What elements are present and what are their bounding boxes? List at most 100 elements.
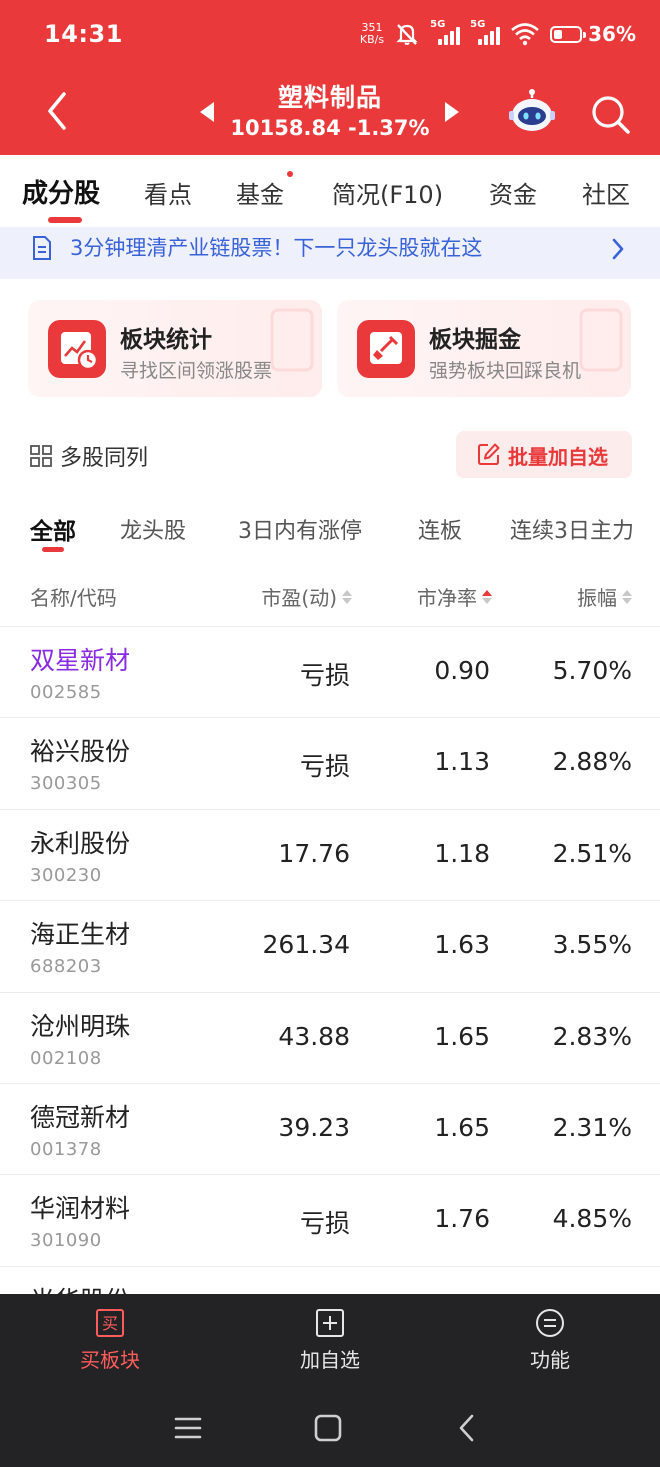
promo-text: 3分钟理清产业链股票！下一只龙头股就在这: [70, 236, 483, 260]
stock-amplitude: 2.31%: [552, 1112, 632, 1142]
stock-amplitude: 3.55%: [552, 930, 632, 960]
stock-code: 002585: [30, 682, 102, 703]
stock-amplitude: 4.85%: [552, 1204, 632, 1234]
batch-add-label: 批量加自选: [508, 445, 608, 469]
document-icon: [33, 236, 51, 260]
buy-sector-label: 买板块: [80, 1348, 140, 1372]
subtab-limit-up-3d[interactable]: 3日内有涨停: [238, 513, 362, 545]
sector-mining-card[interactable]: 板块掘金 强势板块回踩良机: [337, 300, 631, 397]
stock-pe: 亏损: [299, 1209, 350, 1239]
net-speed-unit: KB/s: [359, 33, 385, 46]
top-tab-bar: 成分股 看点 基金 简况(F10) 资金 社区: [0, 155, 660, 227]
stock-pb: 1.63: [434, 930, 490, 960]
tab-capital[interactable]: 资金: [489, 175, 537, 210]
stock-code: 300230: [30, 864, 102, 886]
bottom-toolbar: 买 买板块 加自选 功能: [0, 1294, 660, 1386]
stock-pb: 1.13: [434, 747, 490, 777]
functions-button[interactable]: 功能: [480, 1308, 620, 1373]
header: 14:31 351 KB/s 5G 5G 36% 塑料制品 10158.84 -…: [0, 0, 660, 155]
sector-stats-card[interactable]: 板块统计 寻找区间领涨股票: [28, 300, 322, 397]
home-icon[interactable]: [310, 1410, 346, 1446]
stock-pb: 1.65: [434, 1112, 490, 1142]
stock-name: 裕兴股份: [30, 737, 131, 767]
sort-arrows-icon: [622, 589, 632, 604]
stock-amplitude: 2.88%: [552, 747, 632, 777]
multi-stock-label: 多股同列: [60, 446, 149, 471]
table-row[interactable]: 永利股份 300230 17.76 1.18 2.51%: [0, 808, 660, 900]
sort-asc-icon: [482, 589, 492, 604]
stock-pe: 亏损: [299, 752, 350, 782]
table-row[interactable]: 华润材料 301090 亏损 1.76 4.85%: [0, 1174, 660, 1265]
batch-add-watchlist-button[interactable]: 批量加自选: [456, 431, 632, 478]
add-watchlist-button[interactable]: 加自选: [260, 1308, 400, 1373]
stock-pb: 1.65: [434, 1021, 490, 1051]
status-icons: 351 KB/s 5G 5G 36%: [360, 16, 636, 52]
stock-pb: 1.76: [434, 1204, 490, 1234]
stock-pb: 1.18: [434, 838, 490, 868]
col-pb-label: 市净率: [417, 586, 477, 610]
chevron-right-icon: [612, 238, 624, 260]
buy-icon-char: 买: [102, 1314, 118, 1333]
plus-square-icon: [316, 1309, 344, 1337]
table-row[interactable]: 德冠新材 001378 39.23 1.65 2.31%: [0, 1082, 660, 1174]
grid-icon: [30, 445, 52, 467]
active-subtab-indicator: [42, 547, 64, 552]
subtab-leaders[interactable]: 龙头股: [120, 513, 186, 545]
next-sector-arrow[interactable]: [445, 102, 459, 122]
table-header: 名称/代码 市盈(动) 市净率 振幅: [0, 570, 660, 626]
table-row[interactable]: 裕兴股份 300305 亏损 1.13 2.88%: [0, 717, 660, 808]
tab-community[interactable]: 社区: [582, 175, 630, 210]
col-amplitude-header[interactable]: 振幅: [577, 582, 632, 611]
table-row[interactable]: 光华股份: [0, 1265, 660, 1294]
subtab-consecutive-limit[interactable]: 连板: [418, 513, 462, 545]
stock-list: 双星新材 002585 亏损 0.90 5.70% 裕兴股份 300305 亏损…: [0, 626, 660, 1294]
stock-pe: 亏损: [299, 661, 350, 690]
tab-f10[interactable]: 简况(F10): [332, 175, 443, 210]
promo-banner[interactable]: 3分钟理清产业链股票！下一只龙头股就在这: [0, 227, 660, 279]
buy-sector-button[interactable]: 买 买板块: [40, 1308, 180, 1373]
buy-icon: 买: [96, 1309, 124, 1337]
subtab-main-force-3d[interactable]: 连续3日主力: [510, 513, 634, 545]
col-amplitude-label: 振幅: [577, 586, 617, 610]
tab-funds[interactable]: 基金: [236, 175, 284, 210]
subtab-all[interactable]: 全部: [30, 512, 76, 546]
card-title: 板块掘金: [429, 327, 521, 353]
recents-icon[interactable]: [170, 1410, 206, 1446]
stock-amplitude: 2.51%: [552, 838, 632, 868]
stock-name: 德冠新材: [30, 1102, 131, 1132]
stock-name: 光华股份: [30, 1281, 130, 1294]
col-pb-header[interactable]: 市净率: [417, 582, 492, 611]
chart-clock-icon: [48, 320, 106, 378]
back-icon[interactable]: [450, 1410, 486, 1446]
stock-name: 双星新材: [30, 646, 131, 675]
wifi-icon: [511, 23, 539, 46]
multi-stock-view-button[interactable]: 多股同列: [30, 440, 148, 472]
stock-name: 沧州明珠: [30, 1011, 131, 1041]
col-name-header: 名称/代码: [30, 586, 117, 610]
stock-name: 海正生材: [30, 920, 131, 950]
stock-code: 002108: [30, 1047, 102, 1069]
stock-name: 永利股份: [30, 828, 131, 858]
search-icon[interactable]: [588, 92, 634, 138]
status-time: 14:31: [44, 20, 123, 48]
mute-bell-icon: [396, 24, 418, 45]
page-title: 塑料制品: [277, 83, 382, 112]
system-nav-bar: [0, 1386, 660, 1467]
stock-pe: 17.76: [278, 838, 350, 868]
net-speed: 351 KB/s: [360, 22, 384, 46]
battery-percent: 36%: [588, 22, 636, 46]
sector-index-line: 10158.84 -1.37%: [230, 116, 430, 140]
tab-constituents[interactable]: 成分股: [22, 173, 100, 210]
menu-circle-icon: [536, 1309, 564, 1337]
table-row[interactable]: 沧州明珠 002108 43.88 1.65 2.83%: [0, 991, 660, 1083]
stock-pb: 0.90: [434, 656, 490, 685]
table-row[interactable]: 双星新材 002585 亏损 0.90 5.70%: [0, 626, 660, 717]
col-pe-header[interactable]: 市盈(动): [261, 582, 352, 611]
table-row[interactable]: 海正生材 688203 261.34 1.63 3.55%: [0, 900, 660, 991]
stock-pe: 43.88: [278, 1021, 350, 1051]
signal-1-icon: 5G: [430, 19, 461, 47]
assistant-robot-icon[interactable]: [508, 88, 556, 134]
stock-amplitude: 5.70%: [552, 656, 632, 685]
tab-highlights[interactable]: 看点: [144, 175, 192, 210]
sort-arrows-icon: [342, 589, 352, 604]
